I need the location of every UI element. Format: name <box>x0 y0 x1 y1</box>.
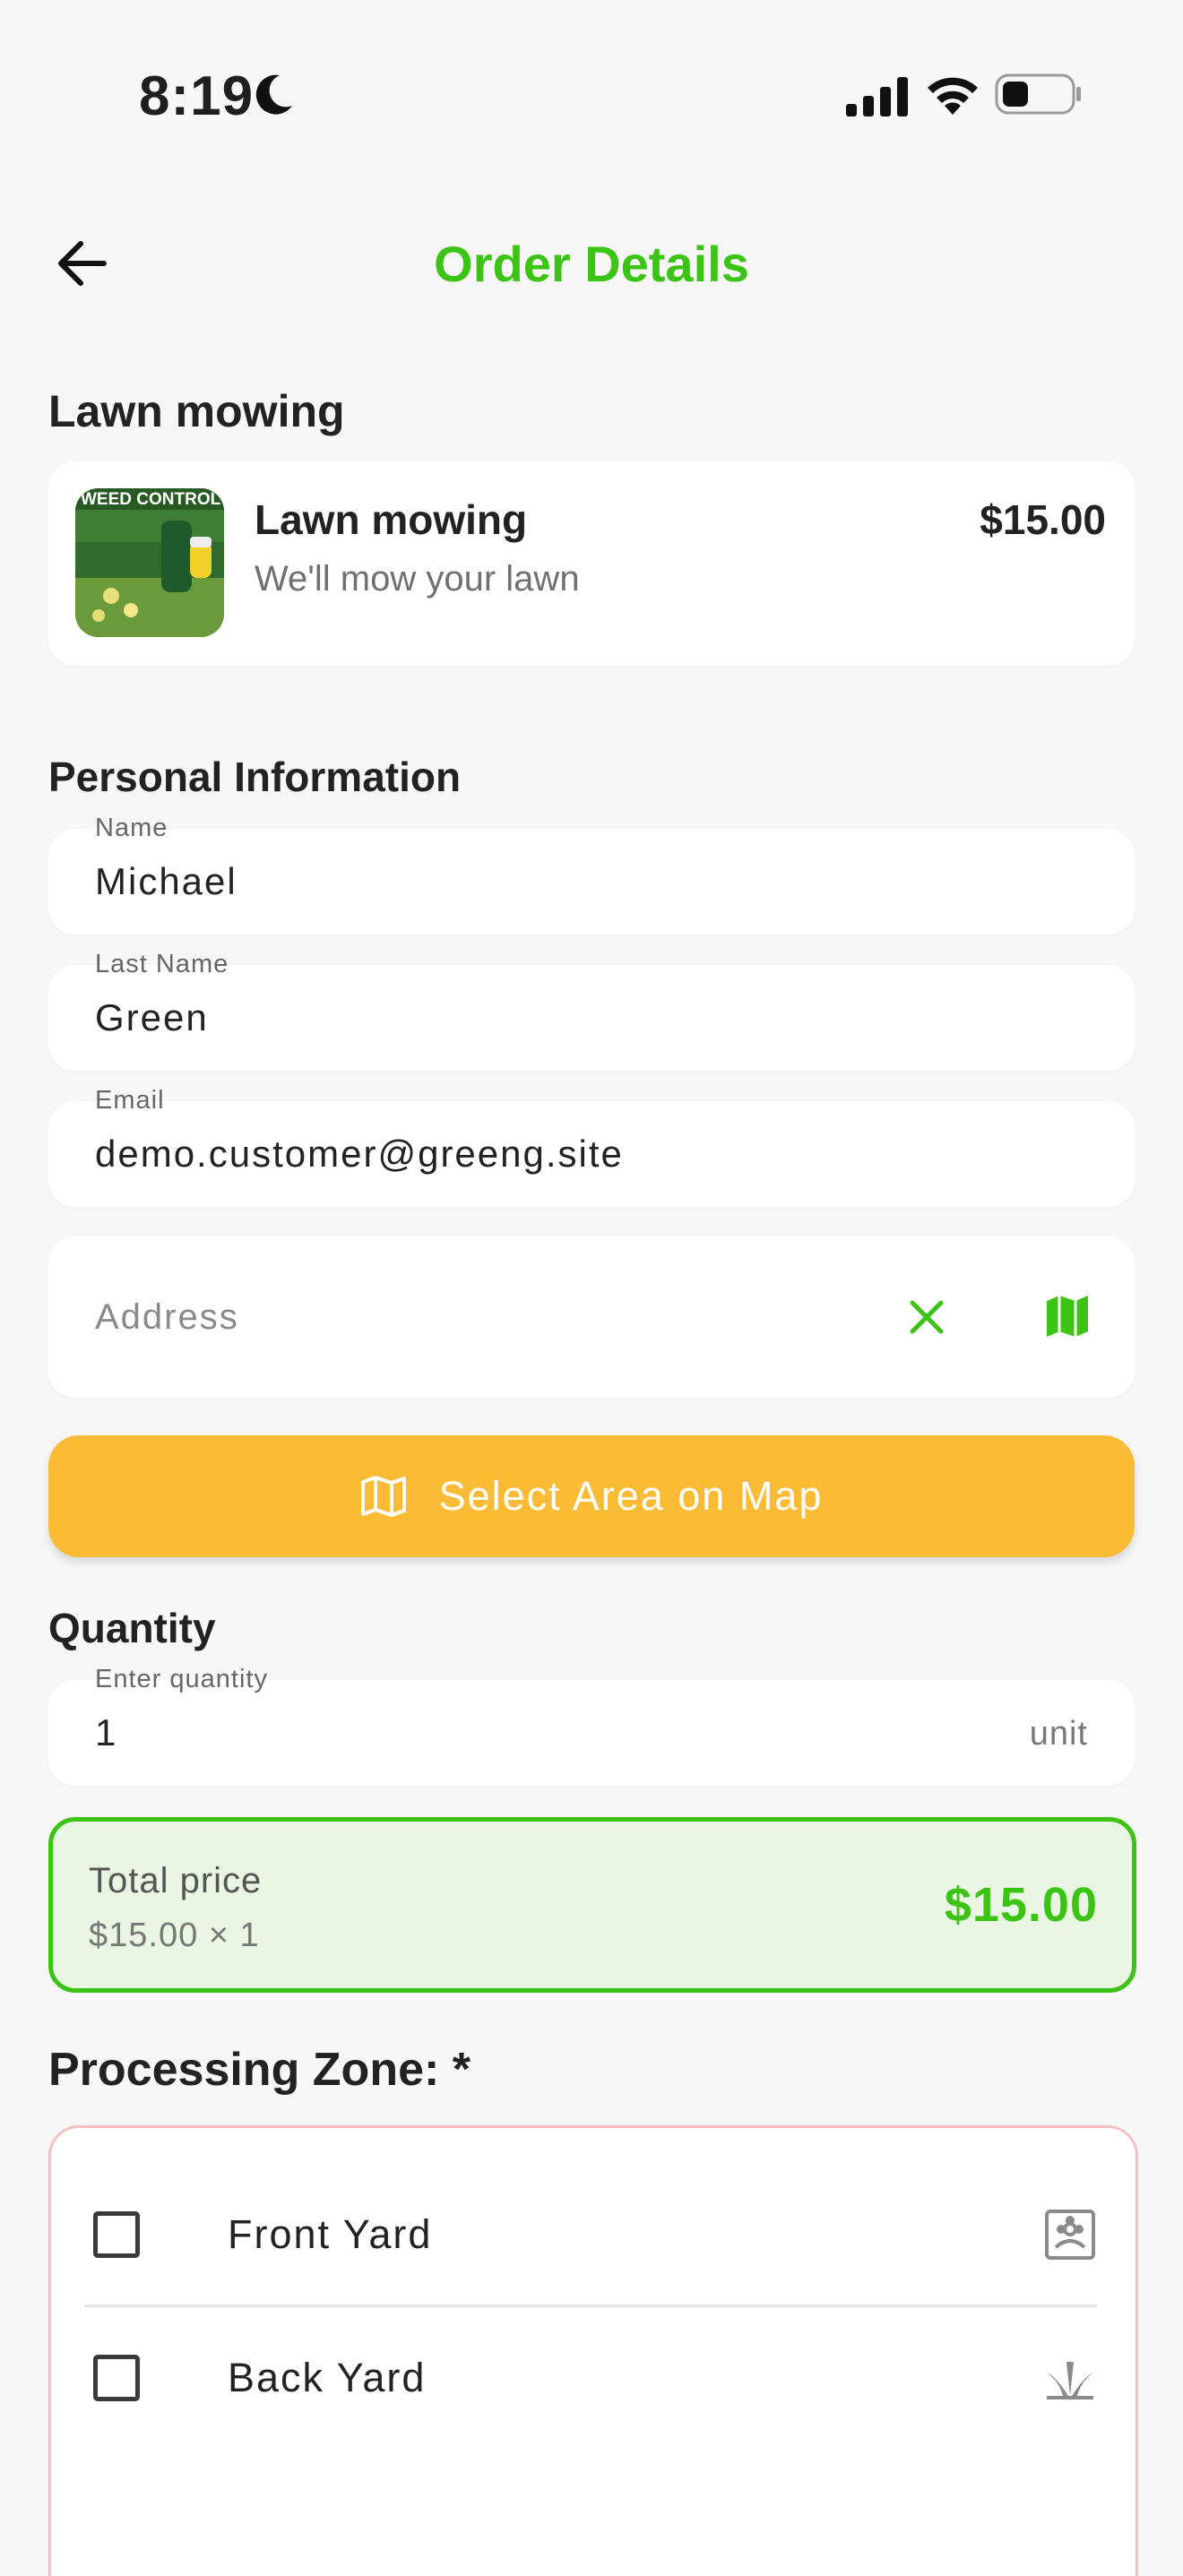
thumbnail-text: WEED CONTROL <box>81 490 221 509</box>
total-price-box: Total price $15.00 × 1 $15.00 <box>48 1817 1136 1993</box>
house-flower-icon <box>1045 2210 1095 2260</box>
service-name: Lawn mowing <box>255 496 528 543</box>
cellular-signal-icon <box>846 77 908 116</box>
service-thumbnail: WEED CONTROL <box>75 488 224 637</box>
map-icon[interactable] <box>1043 1292 1092 1340</box>
moon-icon <box>255 74 292 115</box>
address-input[interactable]: Address <box>95 1297 239 1338</box>
back-yard-label[interactable]: Back Yard <box>228 2355 426 2401</box>
back-yard-checkbox[interactable] <box>93 2355 140 2401</box>
email-label: Email <box>95 1086 165 1115</box>
lawn-photo-icon <box>75 488 224 637</box>
quantity-input[interactable]: 1 <box>95 1711 117 1754</box>
email-input[interactable]: demo.customer@greeng.site <box>95 1133 624 1176</box>
total-price: $15.00 <box>944 1878 1098 1932</box>
select-area-on-map-button[interactable]: Select Area on Map <box>48 1435 1135 1557</box>
service-section-title: Lawn mowing <box>48 386 345 436</box>
last-name-field[interactable] <box>48 965 1135 1071</box>
last-name-label: Last Name <box>95 950 229 978</box>
select-area-label: Select Area on Map <box>438 1473 824 1519</box>
name-label: Name <box>95 814 168 842</box>
zone-divider <box>84 2305 1097 2307</box>
quantity-unit: unit <box>1029 1715 1088 1753</box>
grass-icon <box>1047 2362 1093 2399</box>
wifi-icon <box>928 77 978 115</box>
total-breakdown: $15.00 × 1 <box>89 1917 260 1954</box>
processing-zone-title: Processing Zone: * <box>48 2044 471 2096</box>
service-price: $15.00 <box>980 496 1106 543</box>
quantity-field[interactable] <box>48 1680 1135 1786</box>
total-label: Total price <box>89 1861 263 1900</box>
page-title: Order Details <box>434 236 749 292</box>
status-time: 8:19 <box>139 65 255 127</box>
front-yard-checkbox[interactable] <box>93 2211 140 2258</box>
quantity-label: Enter quantity <box>95 1665 268 1693</box>
personal-info-title: Personal Information <box>48 754 462 800</box>
last-name-input[interactable]: Green <box>95 996 209 1039</box>
front-yard-label[interactable]: Front Yard <box>228 2211 432 2258</box>
processing-zone-list <box>48 2125 1138 2576</box>
service-description: We'll mow your lawn <box>255 559 580 599</box>
quantity-title: Quantity <box>48 1605 216 1651</box>
clear-icon[interactable] <box>907 1297 946 1337</box>
name-input[interactable]: Michael <box>95 860 237 903</box>
map-outline-icon <box>360 1476 406 1517</box>
battery-icon <box>995 73 1081 115</box>
